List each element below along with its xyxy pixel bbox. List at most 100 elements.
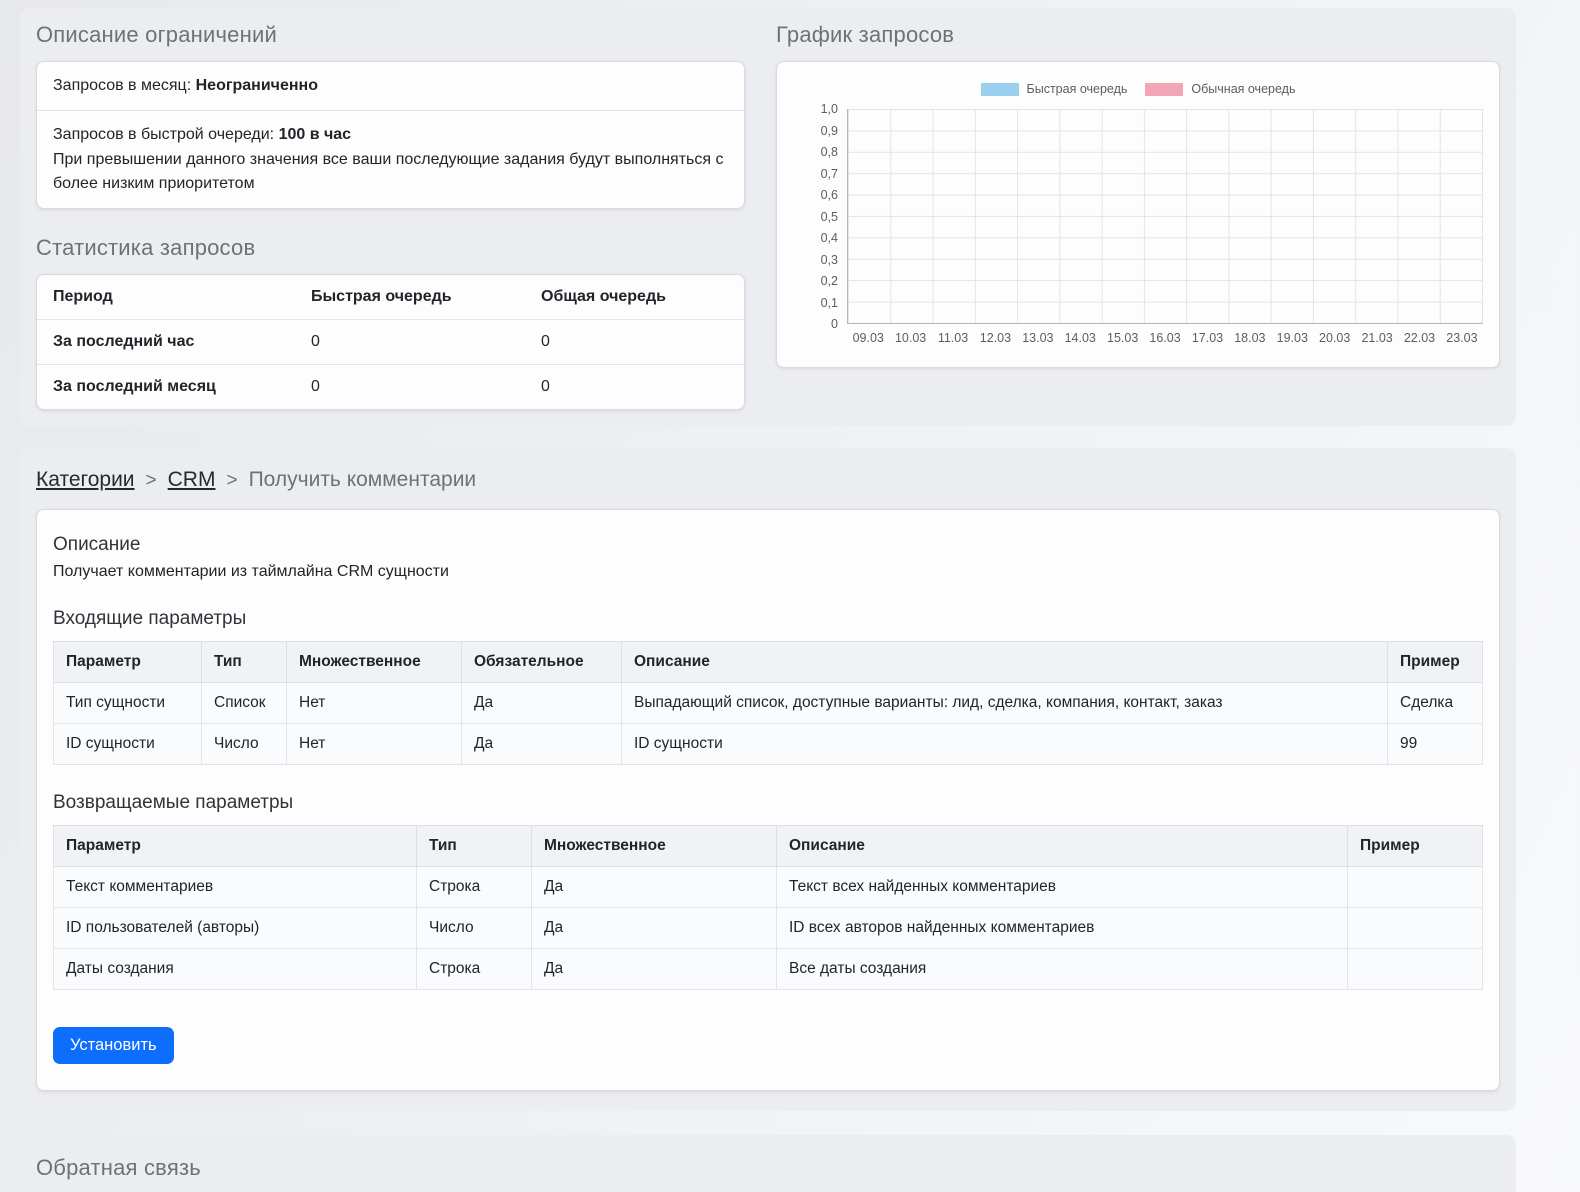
cell: Сделка (1388, 682, 1483, 723)
description-heading: Описание (53, 534, 1483, 556)
limits-card: Запросов в месяц: НеограниченноЗапросов … (36, 61, 745, 209)
table-header: ПараметрТипМножественноеОписаниеПример (54, 825, 1483, 866)
x-axis-tick-label: 10.03 (889, 331, 931, 345)
cell: 0 (295, 364, 525, 409)
breadcrumb-link[interactable]: CRM (168, 468, 216, 491)
chart-section-title: График запросов (776, 22, 1500, 48)
usage-overview-panel: Описание ограничений Запросов в месяц: Н… (20, 8, 1516, 426)
x-axis-tick-label: 17.03 (1186, 331, 1228, 345)
robot-detail-panel: Категории>CRM>Получить комментарии Описа… (20, 448, 1516, 1111)
y-axis-tick-label: 0,8 (821, 145, 838, 159)
legend-label: Быстрая очередь (1027, 82, 1128, 96)
x-axis-tick-label: 13.03 (1017, 331, 1059, 345)
y-axis-tick-label: 0,1 (821, 296, 838, 310)
stats-section-title: Статистика запросов (36, 235, 745, 261)
limits-and-stats-column: Описание ограничений Запросов в месяц: Н… (36, 12, 745, 410)
legend-swatch (1145, 83, 1183, 96)
chart-grid (847, 109, 1483, 324)
column-header: Общая очередь (525, 275, 744, 320)
cell: ID сущности (54, 723, 202, 764)
limit-row: Запросов в месяц: Неограниченно (37, 62, 744, 110)
cell: Текст комментариев (54, 866, 417, 907)
cell: Нет (287, 682, 462, 723)
cell (1348, 907, 1483, 948)
chart-plot-area: 1,00,90,80,70,60,50,40,30,20,10 (847, 109, 1483, 324)
legend-item: Быстрая очередь (981, 82, 1128, 96)
table-row: Текст комментариевСтрокаДаТекст всех най… (54, 866, 1483, 907)
y-axis-tick-label: 1,0 (821, 102, 838, 116)
legend-swatch (981, 83, 1019, 96)
limit-value: Неограниченно (196, 77, 318, 94)
x-axis-tick-label: 21.03 (1356, 331, 1398, 345)
y-axis-tick-label: 0,4 (821, 231, 838, 245)
x-axis-tick-label: 19.03 (1271, 331, 1313, 345)
cell: Текст всех найденных комментариев (777, 866, 1348, 907)
cell: 0 (295, 319, 525, 364)
chart-x-axis: 09.0310.0311.0312.0313.0314.0315.0316.03… (847, 331, 1483, 345)
column-header: Быстрая очередь (295, 275, 525, 320)
column-header: Пример (1388, 641, 1483, 682)
cell: Строка (417, 866, 532, 907)
table-body: Текст комментариевСтрокаДаТекст всех най… (54, 866, 1483, 989)
cell: Число (417, 907, 532, 948)
legend-label: Обычная очередь (1191, 82, 1295, 96)
cell: ID сущности (622, 723, 1388, 764)
table-header: ПериодБыстрая очередьОбщая очередь (37, 275, 744, 320)
x-axis-tick-label: 16.03 (1144, 331, 1186, 345)
column-header: Множественное (287, 641, 462, 682)
breadcrumb-current: Получить комментарии (249, 468, 477, 491)
input-params-heading: Входящие параметры (53, 608, 1483, 630)
install-button[interactable]: Установить (53, 1027, 174, 1064)
table-body: Тип сущностиСписокНетДаВыпадающий список… (54, 682, 1483, 764)
cell: Все даты создания (777, 948, 1348, 989)
cell: Да (462, 682, 622, 723)
table-body: За последний час00За последний месяц00 (37, 319, 744, 409)
breadcrumb-link[interactable]: Категории (36, 468, 135, 491)
output-params-table: ПараметрТипМножественноеОписаниеПримерТе… (53, 825, 1483, 990)
column-header: Тип (202, 641, 287, 682)
column-header: Обязательное (462, 641, 622, 682)
stats-card: ПериодБыстрая очередьОбщая очередьЗа пос… (36, 274, 745, 410)
breadcrumb-separator: > (226, 470, 237, 491)
cell: Строка (417, 948, 532, 989)
limit-row: Запросов в быстрой очереди: 100 в часПри… (37, 110, 744, 208)
stats-table: ПериодБыстрая очередьОбщая очередьЗа пос… (37, 275, 744, 409)
column-header: Описание (777, 825, 1348, 866)
y-axis-tick-label: 0,7 (821, 167, 838, 181)
cell: За последний месяц (37, 364, 295, 409)
cell: Да (532, 907, 777, 948)
page: Описание ограничений Запросов в месяц: Н… (0, 0, 1580, 1192)
cell: Нет (287, 723, 462, 764)
requests-chart-card: Быстрая очередьОбычная очередь 1,00,90,8… (776, 61, 1500, 368)
cell: Да (532, 948, 777, 989)
column-header: Тип (417, 825, 532, 866)
feedback-panel: Обратная связь Вы можете предложить свои… (20, 1135, 1516, 1192)
table-row: Тип сущностиСписокНетДаВыпадающий список… (54, 682, 1483, 723)
table-row: За последний месяц00 (37, 364, 744, 409)
table-header-row: ПараметрТипМножественноеОписаниеПример (54, 825, 1483, 866)
y-axis-tick-label: 0,9 (821, 124, 838, 138)
table-header-row: ПараметрТипМножественноеОбязательноеОпис… (54, 641, 1483, 682)
cell: ID пользователей (авторы) (54, 907, 417, 948)
breadcrumb: Категории>CRM>Получить комментарии (36, 468, 1500, 492)
limit-line: Запросов в быстрой очереди: 100 в час (53, 123, 728, 146)
x-axis-tick-label: 20.03 (1313, 331, 1355, 345)
cell: Тип сущности (54, 682, 202, 723)
y-axis-tick-label: 0,2 (821, 274, 838, 288)
table-header-row: ПериодБыстрая очередьОбщая очередь (37, 275, 744, 320)
x-axis-tick-label: 09.03 (847, 331, 889, 345)
legend-item: Обычная очередь (1145, 82, 1295, 96)
table-row: ID сущностиЧислоНетДаID сущности99 (54, 723, 1483, 764)
chart-legend: Быстрая очередь Обычная очередь (793, 82, 1483, 96)
limit-label: Запросов в месяц: (53, 77, 196, 94)
x-axis-tick-label: 14.03 (1059, 331, 1101, 345)
limit-label: Запросов в быстрой очереди: (53, 126, 279, 143)
x-axis-tick-label: 12.03 (974, 331, 1016, 345)
description-text: Получает комментарии из таймлайна CRM су… (53, 563, 1483, 581)
input-params-table: ПараметрТипМножественноеОбязательноеОпис… (53, 641, 1483, 765)
y-axis-tick-label: 0 (831, 317, 838, 331)
y-axis-tick-label: 0,3 (821, 253, 838, 267)
output-params-heading: Возвращаемые параметры (53, 792, 1483, 814)
column-header: Описание (622, 641, 1388, 682)
cell: Список (202, 682, 287, 723)
